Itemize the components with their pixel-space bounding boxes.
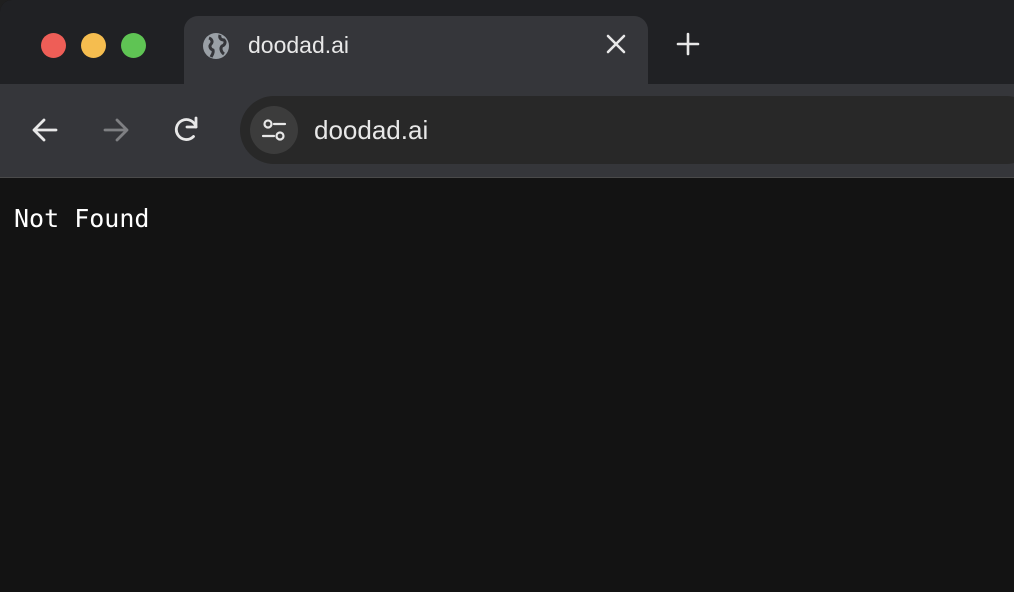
browser-window: doodad.ai doodad.ai Not Found <box>0 0 1014 592</box>
site-info-button[interactable] <box>250 106 298 154</box>
plus-icon[interactable] <box>676 32 700 56</box>
browser-toolbar: doodad.ai <box>0 84 1014 178</box>
address-bar[interactable]: doodad.ai <box>240 96 1014 164</box>
forward-arrow-icon[interactable] <box>101 115 131 145</box>
tab-title: doodad.ai <box>248 32 350 58</box>
page-content: Not Found <box>0 178 1014 592</box>
not-found-message: Not Found <box>14 204 150 233</box>
minimize-window-button[interactable] <box>81 33 106 58</box>
reload-icon[interactable] <box>172 114 202 144</box>
tab-strip: doodad.ai <box>0 0 1014 84</box>
active-tab[interactable]: doodad.ai <box>184 16 648 84</box>
zoom-window-button[interactable] <box>121 33 146 58</box>
tune-icon <box>261 119 287 141</box>
close-window-button[interactable] <box>41 33 66 58</box>
back-arrow-icon[interactable] <box>30 115 60 145</box>
url-text[interactable]: doodad.ai <box>314 115 428 145</box>
globe-icon <box>203 33 229 59</box>
close-icon[interactable] <box>605 33 627 55</box>
